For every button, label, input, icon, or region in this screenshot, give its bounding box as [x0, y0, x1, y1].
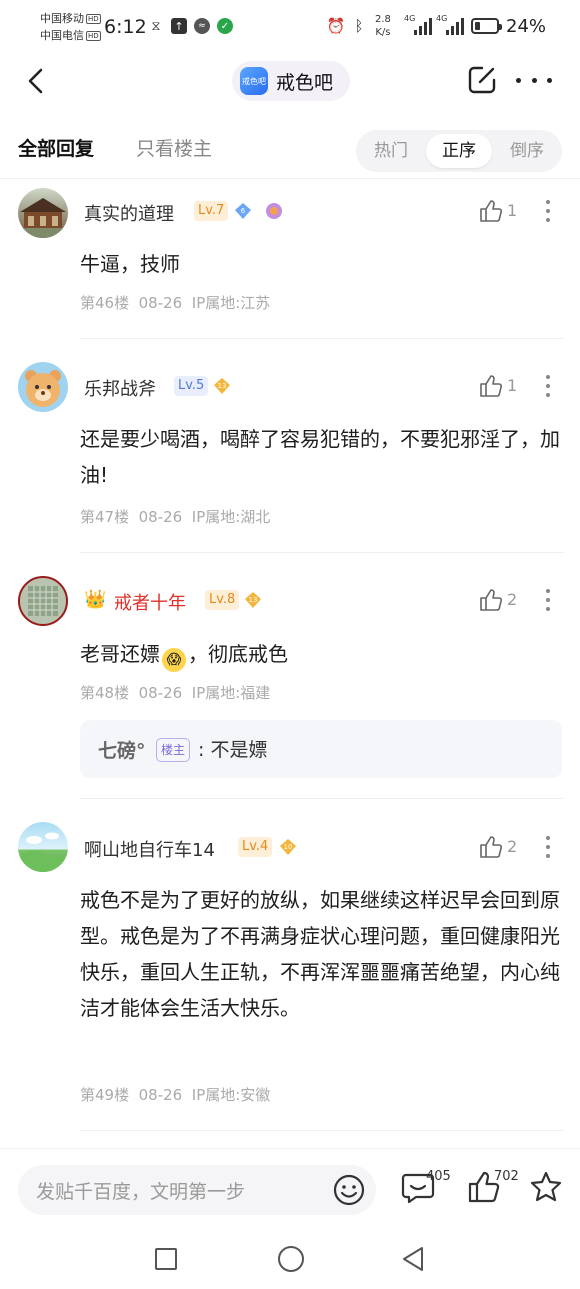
avatar[interactable]: [18, 362, 68, 412]
shield-check-icon: ✓: [217, 18, 233, 34]
thumbs-up-icon[interactable]: [478, 587, 504, 613]
sort-ascending[interactable]: 正序: [426, 134, 492, 168]
tab-all-replies[interactable]: 全部回复: [18, 134, 94, 161]
reply-text: : 不是嫖: [198, 739, 268, 761]
diamond-badge-icon: 6: [235, 203, 251, 219]
svg-text:6: 6: [241, 207, 246, 215]
reply-input-placeholder: 发贴千百度，文明第一步: [36, 1181, 246, 1203]
level-badge: Lv.8: [205, 590, 240, 610]
emoji-icon[interactable]: [332, 1173, 366, 1207]
post-menu-icon[interactable]: [545, 200, 551, 222]
level-badge: Lv.4: [238, 837, 273, 857]
net-speed: 2.8 K/s: [375, 14, 391, 38]
carrier-2: 中国电信 HD: [40, 29, 101, 42]
post-divider: [80, 1130, 564, 1131]
reply-tabs: 全部回复 只看楼主 热门 正序 倒序: [0, 120, 580, 176]
avatar[interactable]: [18, 188, 68, 238]
forum-name: 戒色吧: [276, 71, 334, 94]
like-total-count: 702: [494, 1169, 519, 1184]
bluetooth-icon: ᛒ: [354, 17, 364, 35]
level-badge: Lv.7: [194, 201, 229, 221]
reply-username[interactable]: 七磅°: [98, 736, 146, 763]
svg-text:10: 10: [284, 843, 293, 851]
username[interactable]: 戒者十年: [114, 589, 186, 615]
bottom-action-bar: 发贴千百度，文明第一步 405 702: [0, 1148, 580, 1233]
username[interactable]: 啊山地自行车14: [84, 836, 215, 862]
gold-diamond-badge-icon: 13: [245, 592, 261, 608]
post-meta: 第48楼 08-26 IP属地:福建: [80, 684, 271, 702]
post-menu-icon[interactable]: [545, 375, 551, 397]
battery-percent: 24%: [506, 16, 547, 37]
svg-text:13: 13: [218, 382, 227, 390]
post-divider: [80, 798, 564, 799]
sub-reply[interactable]: 七磅° 楼主 : 不是嫖: [80, 720, 562, 778]
signal-bars-2: [446, 17, 464, 35]
gold-diamond-badge-icon: 13: [214, 378, 230, 394]
home-circle-icon[interactable]: [278, 1246, 304, 1272]
like-count: 1: [507, 376, 518, 395]
back-triangle-icon[interactable]: [400, 1245, 426, 1273]
thumbs-up-icon[interactable]: [478, 198, 504, 224]
post-divider: [80, 338, 564, 339]
clock: 6:12: [104, 16, 147, 38]
back-arrow-icon[interactable]: [22, 66, 52, 96]
sort-hot[interactable]: 热门: [358, 134, 424, 168]
thumbs-up-icon[interactable]: [478, 373, 504, 399]
signal-bars-1: [414, 17, 432, 35]
post-menu-icon[interactable]: [545, 836, 551, 858]
sort-descending[interactable]: 倒序: [494, 134, 560, 168]
forum-logo-icon: 戒色吧: [240, 67, 268, 95]
crown-icon: 👑: [84, 589, 107, 610]
like-count: 1: [507, 201, 518, 220]
upload-icon: ↑: [171, 18, 187, 34]
comment-count: 405: [426, 1169, 451, 1184]
owner-tag: 楼主: [156, 738, 191, 762]
like-count: 2: [507, 590, 518, 609]
hourglass-icon: ⧖: [151, 18, 161, 34]
sort-toggle: 热门 正序 倒序: [356, 130, 562, 172]
post-meta: 第49楼 08-26 IP属地:安徽: [80, 1086, 271, 1104]
avatar[interactable]: [18, 576, 68, 626]
post-divider: [80, 552, 564, 553]
svg-text:13: 13: [249, 596, 258, 604]
system-navigation: [0, 1232, 580, 1289]
username[interactable]: 乐邦战斧: [84, 375, 156, 401]
gold-diamond-badge-icon: 10: [280, 839, 296, 855]
top-nav: 戒色吧 戒色吧: [0, 52, 580, 112]
edit-icon[interactable]: [466, 64, 498, 96]
post-content: 戒色不是为了更好的放纵，如果继续这样迟早会回到原型。戒色是为了不再满身症状心理问…: [80, 888, 560, 1020]
battery-icon: [471, 18, 502, 34]
post-content: 还是要少喝酒，喝醉了容易犯错的，不要犯邪淫了，加油!: [80, 427, 560, 487]
username[interactable]: 真实的道理: [84, 200, 174, 226]
forum-title-pill[interactable]: 戒色吧 戒色吧: [232, 61, 350, 101]
post-menu-icon[interactable]: [545, 589, 551, 611]
post-meta: 第47楼 08-26 IP属地:湖北: [80, 508, 271, 526]
star-favorite-icon[interactable]: [528, 1169, 564, 1205]
carrier-1: 中国移动 HD: [40, 12, 101, 25]
like-count: 2: [507, 837, 518, 856]
post-content: 牛逼，技师: [80, 252, 180, 276]
divider: [0, 178, 580, 179]
thumbs-up-icon[interactable]: [478, 834, 504, 860]
alarm-icon: ⏰: [326, 17, 346, 35]
avatar[interactable]: [18, 822, 68, 872]
app-notify-icon: ≈: [194, 18, 210, 34]
reply-input[interactable]: 发贴千百度，文明第一步: [18, 1165, 376, 1215]
post-meta: 第46楼 08-26 IP属地:江苏: [80, 294, 271, 312]
post-content: 老哥还嫖 😱 ，彻底戒色: [80, 636, 566, 672]
recents-square-icon[interactable]: [155, 1248, 177, 1270]
level-badge: Lv.5: [174, 376, 209, 396]
tab-owner-only[interactable]: 只看楼主: [136, 134, 212, 161]
medal-badge-icon: [266, 203, 282, 219]
status-bar: 中国移动 HD 中国电信 HD 6:12 ⧖ ↑ ≈ ✓ ⏰ ᛒ 2.8 K/s 4G…: [0, 0, 580, 52]
crying-emoji-icon: 😱: [162, 648, 186, 672]
more-options-icon[interactable]: [516, 64, 552, 96]
